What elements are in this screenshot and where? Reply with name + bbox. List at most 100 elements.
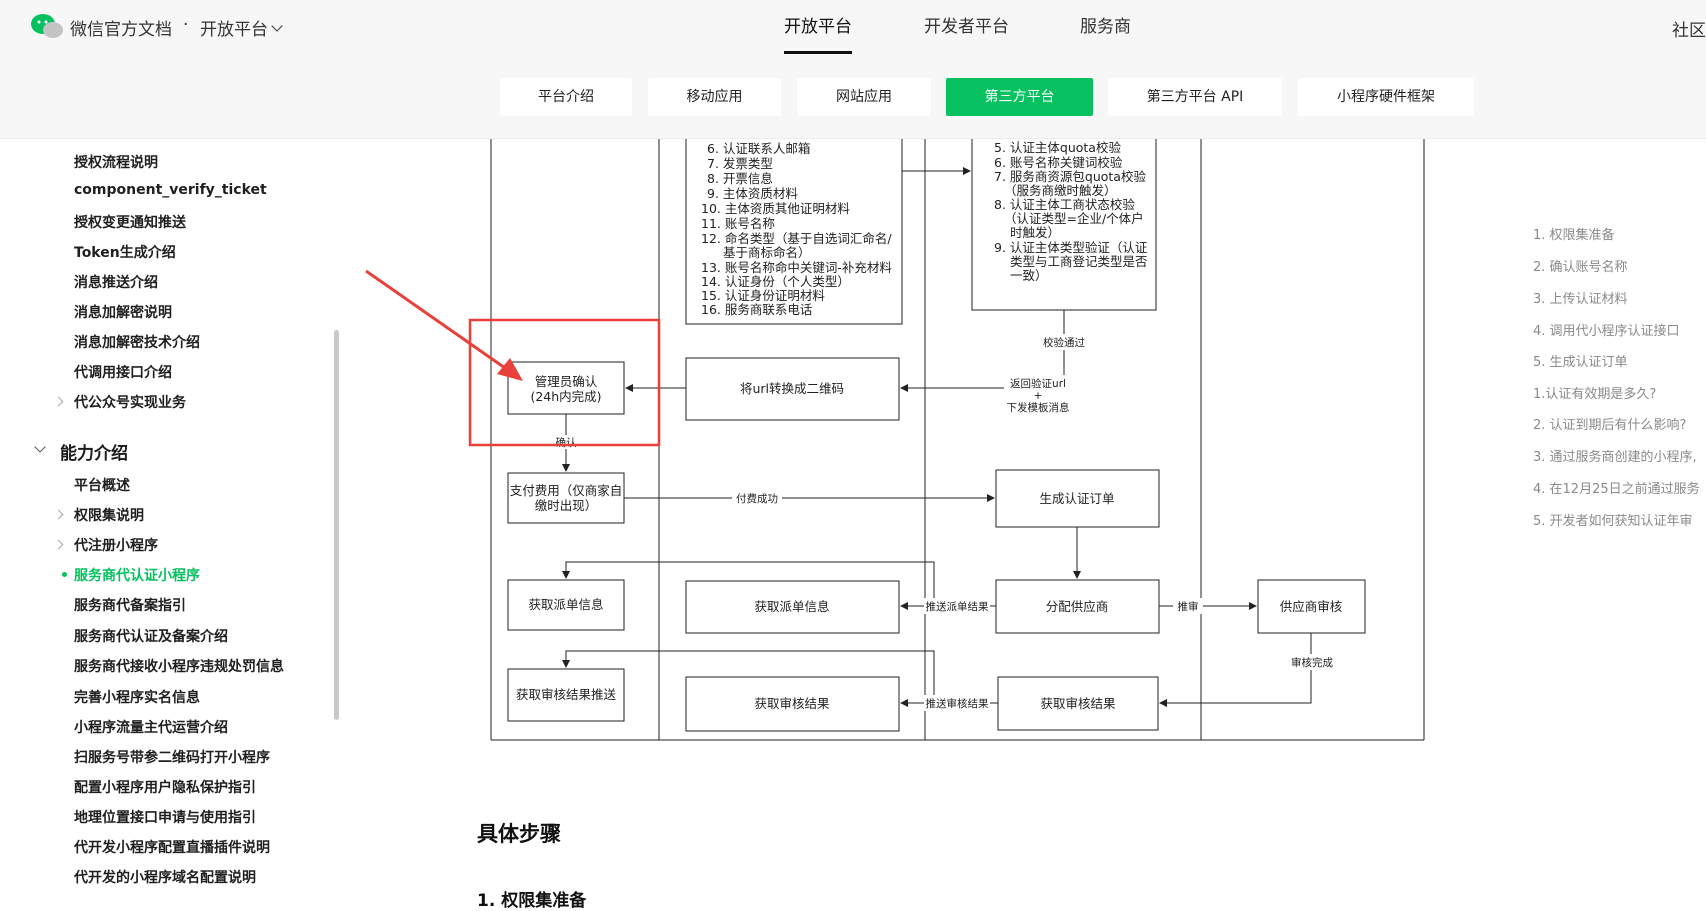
sidebar-item-msg-push[interactable]: 消息推送介绍 — [74, 272, 158, 292]
box-gen-order — [995, 469, 1160, 528]
sidebar-item-privacy-guide[interactable]: 配置小程序用户隐私保护指引 — [74, 777, 256, 797]
list-left-line: 15. 认证身份证明材料 — [701, 288, 825, 303]
brand-title[interactable]: 微信官方文档 — [70, 15, 172, 40]
chevron-down-icon — [271, 19, 283, 32]
list-left-line: 16. 服务商联系电话 — [701, 302, 812, 317]
sidebar-item-auth-flow[interactable]: 授权流程说明 — [74, 152, 158, 172]
sidebar-item-permissions[interactable]: 权限集说明 — [74, 505, 144, 525]
toc-item[interactable]: 3. 上传认证材料 — [1533, 288, 1628, 307]
sidebar-item-location-api[interactable]: 地理位置接口申请与使用指引 — [74, 807, 256, 827]
gen-order-label: 生成认证订单 — [1039, 491, 1114, 506]
list-left-line: 8. 开票信息 — [707, 171, 773, 186]
list-right-line: 9. 认证主体类型验证（认证 — [994, 240, 1148, 255]
edge-label-plus: + — [1034, 390, 1043, 402]
toc-item[interactable]: 4. 在12月25日之前通过服务 — [1533, 478, 1700, 497]
list-left-line: 6. 认证联系人邮箱 — [707, 141, 810, 156]
box-admin-confirm — [507, 361, 625, 415]
sidebar-item-register-miniprogram[interactable]: 代注册小程序 — [74, 535, 158, 555]
pay-label: 支付费用（仅商家自 — [510, 483, 623, 498]
steps-heading: 具体步骤 — [477, 822, 561, 846]
nav-service-provider[interactable]: 服务商 — [1080, 0, 1131, 54]
sidebar-item-qr-open[interactable]: 扫服务号带参二维码打开小程序 — [74, 747, 270, 767]
edge-label-push-review: 推审 — [1178, 600, 1199, 613]
list-right-line: 时触发） — [1010, 225, 1060, 240]
box-get-dispatch-left — [507, 579, 625, 631]
edge-label-verify-passed: 校验通过 — [1043, 336, 1085, 349]
box-get-result-push — [507, 668, 625, 722]
tab-website-app[interactable]: 网站应用 — [797, 78, 931, 116]
tab-mobile-app[interactable]: 移动应用 — [648, 78, 781, 116]
edge-label-confirm: 确认 — [556, 436, 577, 449]
tab-third-party-api[interactable]: 第三方平台 API — [1108, 78, 1282, 116]
sidebar-item-live-plugin[interactable]: 代开发小程序配置直播插件说明 — [74, 837, 270, 857]
edge-label-send-template: 下发模板消息 — [1007, 401, 1070, 414]
box-pay — [507, 472, 625, 524]
platform-switcher[interactable]: 开放平台 — [200, 15, 283, 40]
toc-item[interactable]: 2. 确认账号名称 — [1533, 256, 1628, 275]
active-dot-icon — [62, 572, 67, 577]
toc-item[interactable]: 5. 生成认证订单 — [1533, 351, 1628, 370]
list-left-line: 11. 账号名称 — [701, 216, 775, 231]
nav-open-platform[interactable]: 开放平台 — [784, 0, 852, 54]
list-left-line: 14. 认证身份（个人类型） — [701, 274, 850, 289]
toc-item[interactable]: 2. 认证到期后有什么影响? — [1533, 414, 1686, 433]
brand-separator: · — [183, 15, 189, 35]
chevron-right-icon[interactable] — [53, 539, 64, 550]
qr-convert-label: 将url转换成二维码 — [740, 381, 844, 396]
list-right-line: 8. 认证主体工商状态校验 — [994, 197, 1135, 212]
box-supplier-review — [1257, 579, 1366, 634]
sidebar-item-msg-encrypt-tech[interactable]: 消息加解密技术介绍 — [74, 332, 200, 352]
toc: 1. 权限集准备 2. 确认账号名称 3. 上传认证材料 4. 调用代小程序认证… — [1525, 200, 1706, 540]
list-right-line: 类型与工商登记类型是否 — [1010, 254, 1148, 269]
pay-label-sub: 缴时出现） — [535, 498, 598, 513]
list-left-line: 7. 发票类型 — [707, 156, 773, 171]
red-annotation — [365, 269, 661, 447]
sidebar-item-api-proxy[interactable]: 代调用接口介绍 — [74, 362, 172, 382]
toc-item[interactable]: 1. 权限集准备 — [1533, 224, 1615, 243]
box-assign-supplier — [995, 579, 1160, 634]
list-left-line: 9. 主体资质材料 — [707, 186, 798, 201]
list-right-line: （认证类型=企业/个体户 — [1004, 211, 1144, 226]
sidebar-item-violation-info[interactable]: 服务商代接收小程序违规处罚信息 — [74, 656, 284, 676]
list-right-line: 7. 服务商资源包quota校验 — [994, 169, 1146, 184]
sidebar-item-auth-change[interactable]: 授权变更通知推送 — [74, 212, 186, 232]
sidebar-item-filing-guide[interactable]: 服务商代备案指引 — [74, 595, 186, 615]
chevron-right-icon[interactable] — [53, 509, 64, 520]
edge-label-review-done: 审核完成 — [1291, 656, 1333, 669]
sidebar-item-real-name[interactable]: 完善小程序实名信息 — [74, 687, 200, 707]
edge-label-push-dispatch: 推送派单结果 — [926, 600, 989, 613]
sidebar-section-capabilities[interactable]: 能力介绍 — [60, 439, 128, 464]
toc-item[interactable]: 1.认证有效期是多久? — [1533, 383, 1656, 402]
list-left-line: 13. 账号名称命中关键词-补充材料 — [701, 260, 892, 275]
sidebar-item-token[interactable]: Token生成介绍 — [74, 242, 176, 262]
top-header: 微信官方文档 · 开放平台 开放平台 开发者平台 服务商 社区 — [0, 0, 1706, 55]
chevron-down-icon[interactable] — [34, 441, 46, 453]
sidebar-item-verify-ticket[interactable]: component_verify_ticket — [74, 182, 267, 198]
sidebar-item-domain-config[interactable]: 代开发的小程序域名配置说明 — [74, 867, 256, 887]
box-get-result-mid — [685, 676, 900, 732]
edge-label-return-url: 返回验证url — [1010, 377, 1066, 390]
tab-third-party-platform[interactable]: 第三方平台 — [946, 78, 1093, 116]
toc-item[interactable]: 3. 通过服务商创建的小程序, — [1533, 446, 1697, 465]
sidebar: 授权流程说明 component_verify_ticket 授权变更通知推送 … — [0, 139, 340, 899]
toc-item[interactable]: 5. 开发者如何获知认证年审 — [1533, 510, 1693, 529]
sidebar-item-overview[interactable]: 平台概述 — [74, 475, 130, 495]
chevron-right-icon[interactable] — [53, 396, 64, 407]
get-result-push-label: 获取审核结果推送 — [516, 687, 617, 702]
toc-item[interactable]: 4. 调用代小程序认证接口 — [1533, 320, 1680, 339]
sidebar-item-verify-miniprogram[interactable]: 服务商代认证小程序 — [74, 565, 200, 585]
sidebar-item-official-account[interactable]: 代公众号实现业务 — [74, 392, 186, 412]
tab-platform-intro[interactable]: 平台介绍 — [500, 78, 632, 116]
sidebar-item-verify-filing[interactable]: 服务商代认证及备案介绍 — [74, 626, 228, 646]
tab-miniprogram-hardware[interactable]: 小程序硬件框架 — [1298, 78, 1474, 116]
sidebar-item-traffic-host[interactable]: 小程序流量主代运营介绍 — [74, 717, 228, 737]
admin-confirm-sub: (24h内完成) — [530, 389, 601, 404]
list-left-line: 12. 命名类型（基于自选词汇命名/ — [701, 231, 892, 246]
sidebar-item-msg-encrypt[interactable]: 消息加解密说明 — [74, 302, 172, 322]
get-dispatch-left-label: 获取派单信息 — [528, 597, 603, 612]
box-qr-convert — [685, 357, 900, 421]
nav-community[interactable]: 社区 — [1672, 16, 1706, 41]
get-result-right-label: 获取审核结果 — [1040, 696, 1116, 711]
nav-developer-platform[interactable]: 开发者平台 — [924, 0, 1009, 54]
sidebar-scrollbar[interactable] — [334, 330, 339, 720]
